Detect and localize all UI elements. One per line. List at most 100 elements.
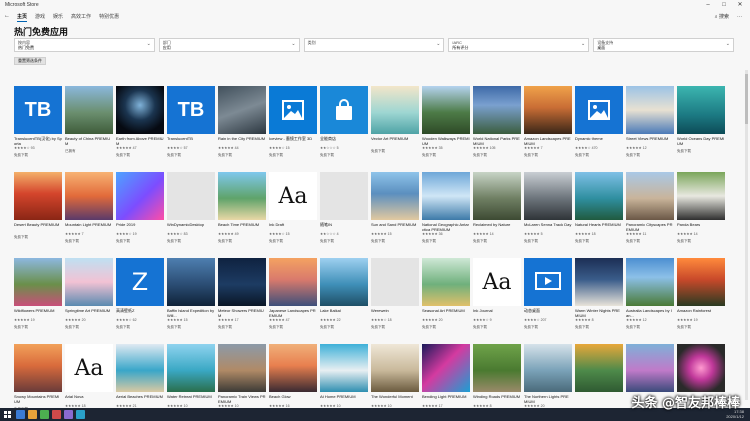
app-tile[interactable]: Mountain Light PREMIUM ★★★★★ 7 免费下载 xyxy=(65,172,113,254)
app-tile[interactable]: Aa Ink Journal ★★★★☆ 9 免费下载 xyxy=(473,258,521,340)
app-tile[interactable]: 全能商店 ★★☆☆☆ 5 免费下载 xyxy=(320,86,368,168)
app-tile[interactable]: The Wonderful Moment★★★★★ 10免费下载 xyxy=(371,344,419,408)
app-thumbnail[interactable]: Aa xyxy=(473,258,521,306)
close-icon[interactable]: ✕ xyxy=(734,1,746,9)
app-thumbnail[interactable] xyxy=(524,344,572,392)
app-thumbnail[interactable] xyxy=(473,344,521,392)
maximize-icon[interactable]: □ xyxy=(718,1,730,9)
app-thumbnail[interactable]: Aa xyxy=(269,172,317,220)
back-arrow-icon[interactable]: ← xyxy=(4,12,10,20)
app-thumbnail[interactable] xyxy=(626,344,674,392)
app-tile[interactable]: Meteor Showers PREMIUM ★★★★★ 17 免费下载 xyxy=(218,258,266,340)
app-tile[interactable]: Panda Bears ★★★★★ 14 免费下载 xyxy=(677,172,725,254)
app-thumbnail[interactable] xyxy=(626,258,674,306)
scrollbar[interactable] xyxy=(745,70,748,400)
app-tile[interactable]: TB TranslucentTB(汉化) by Sporta ★★★★☆ 93 免费下… xyxy=(14,86,62,168)
app-thumbnail[interactable]: Aa xyxy=(65,344,113,392)
nav-tab[interactable]: 特别优惠 xyxy=(99,13,119,20)
app-tile[interactable]: Desert Beauty PREMIUM 免费下载 xyxy=(14,172,62,254)
app-thumbnail[interactable] xyxy=(320,172,368,220)
minimize-icon[interactable]: – xyxy=(702,1,714,9)
taskbar-app-icon[interactable] xyxy=(40,410,49,419)
app-tile[interactable]: Pride 2019 ★★★★☆ 19 免费下载 xyxy=(116,172,164,254)
app-tile[interactable]: Earth from Above PREMIUM ★★★★★ 47 免费下载 xyxy=(116,86,164,168)
app-tile[interactable]: TB TranslucentTB ★★★★☆ 57 免费下载 xyxy=(167,86,215,168)
app-thumbnail[interactable] xyxy=(320,344,368,392)
app-thumbnail[interactable] xyxy=(422,258,470,306)
filter-dropdown[interactable]: IARC 所有评分 ⌄ xyxy=(448,38,590,52)
app-thumbnail[interactable] xyxy=(218,172,266,220)
nav-tab[interactable]: 高效工作 xyxy=(71,13,91,20)
filter-dropdown[interactable]: 设备支持 桌面 ⌄ xyxy=(593,38,734,52)
app-tile[interactable]: 随笔IN ★★☆☆☆ 4 免费下载 xyxy=(320,172,368,254)
app-thumbnail[interactable] xyxy=(65,172,113,220)
taskbar-app-icon[interactable] xyxy=(76,410,85,419)
app-tile[interactable]: McLaren Senna Track Day ★★★★★ 5 免费下载 xyxy=(524,172,572,254)
app-tile[interactable]: Lake Baikal ★★★★★ 22 免费下载 xyxy=(320,258,368,340)
app-tile[interactable]: National Geographic Antarctica PREMIUM ★★… xyxy=(422,172,470,254)
app-tile[interactable]: World Oceans Day PREMIUM 免费下载 xyxy=(677,86,725,168)
taskbar-app-icon[interactable] xyxy=(16,410,25,419)
app-thumbnail[interactable] xyxy=(677,344,725,392)
app-tile[interactable]: Baffin Island Expedition by Will... ★★★★★… xyxy=(167,258,215,340)
app-thumbnail[interactable] xyxy=(320,258,368,306)
app-thumbnail[interactable] xyxy=(116,172,164,220)
app-tile[interactable]: Panoramic Train Views PREMIUM★★★★★ 10免费下… xyxy=(218,344,266,408)
app-thumbnail[interactable] xyxy=(677,258,725,306)
app-thumbnail[interactable] xyxy=(422,86,470,134)
app-thumbnail[interactable] xyxy=(14,258,62,306)
app-thumbnail[interactable] xyxy=(524,86,572,134)
app-thumbnail[interactable]: TB xyxy=(167,86,215,134)
app-tile[interactable]: Springtime Art PREMIUM ★★★★★ 20 免费下载 xyxy=(65,258,113,340)
nav-tab[interactable]: 主页 xyxy=(17,13,28,22)
app-thumbnail[interactable] xyxy=(269,344,317,392)
app-tile[interactable]: Australia Landscapes by Ian... ★★★★★ 12 免费… xyxy=(626,258,674,340)
app-tile[interactable]: The Northern Lights PREMIUM★★★★★ 20免费下载 xyxy=(524,344,572,408)
reset-filters-button[interactable]: 重置筛选条件 xyxy=(14,57,46,65)
filter-dropdown[interactable]: 按内容 热门免费 ⌄ xyxy=(14,38,155,52)
app-tile[interactable]: At Home PREMIUM★★★★★ 10免费下载 xyxy=(320,344,368,408)
app-thumbnail[interactable]: TB xyxy=(14,86,62,134)
app-thumbnail[interactable] xyxy=(575,258,623,306)
app-tile[interactable]: Dynamic theme ★★★★☆ 470 免费下载 xyxy=(575,86,623,168)
app-thumbnail[interactable] xyxy=(575,86,623,134)
filter-dropdown[interactable]: 类别 ⌄ xyxy=(303,38,445,52)
app-tile[interactable]: Wildflowers PREMIUM ★★★★★ 19 免费下载 xyxy=(14,258,62,340)
app-tile[interactable]: Panoramic Cityscapes PREMIUM ★★★★★ 11 免费下载 xyxy=(626,172,674,254)
app-tile[interactable]: Winding Roads PREMIUM★★★★★ 8免费下载 xyxy=(473,344,521,408)
nav-tab[interactable]: 游戏 xyxy=(35,13,45,20)
app-thumbnail[interactable] xyxy=(218,344,266,392)
app-tile[interactable]: 动态桌面 ★★★★☆ 207 免费下载 xyxy=(524,258,572,340)
app-tile[interactable]: WinDynamicDesktop ★★★★☆ 83 免费下载 xyxy=(167,172,215,254)
app-tile[interactable] xyxy=(575,344,623,408)
app-thumbnail[interactable] xyxy=(677,86,725,134)
app-thumbnail[interactable] xyxy=(473,86,521,134)
app-thumbnail[interactable] xyxy=(65,86,113,134)
app-thumbnail[interactable] xyxy=(371,86,419,134)
taskbar-app-icon[interactable] xyxy=(28,410,37,419)
app-tile[interactable]: Iceview - 墨镜工作室 3D ★★★★☆ 15 免费下载 xyxy=(269,86,317,168)
app-thumbnail[interactable] xyxy=(167,172,215,220)
app-thumbnail[interactable] xyxy=(524,258,572,306)
more-button[interactable]: ··· xyxy=(737,14,742,20)
app-tile[interactable]: Street Views PREMIUM ★★★★★ 12 免费下载 xyxy=(626,86,674,168)
app-tile[interactable]: Z 高清壁纸Z ★★★★☆ 62 免费下载 xyxy=(116,258,164,340)
app-thumbnail[interactable] xyxy=(371,258,419,306)
app-thumbnail[interactable] xyxy=(269,86,317,134)
app-tile[interactable]: Snowy Mountains PREMIUM免费下载 xyxy=(14,344,62,408)
app-tile[interactable]: Beauty of China PREMIUM 已拥有 xyxy=(65,86,113,168)
app-tile[interactable]: Sun and Sand PREMIUM ★★★★★ 15 免费下载 xyxy=(371,172,419,254)
app-tile[interactable]: Aerial Beaches PREMIUM★★★★★ 21免费下载 xyxy=(116,344,164,408)
app-thumbnail[interactable] xyxy=(371,172,419,220)
app-thumbnail[interactable] xyxy=(422,172,470,220)
app-thumbnail[interactable] xyxy=(473,172,521,220)
app-thumbnail[interactable] xyxy=(422,344,470,392)
app-tile[interactable]: Reclaimed by Nature ★★★★★ 14 免费下载 xyxy=(473,172,521,254)
app-thumbnail[interactable] xyxy=(167,344,215,392)
app-tile[interactable]: Aa Ink Draft ★★★★☆ 15 免费下载 xyxy=(269,172,317,254)
app-tile[interactable]: Werewein ★★★★☆ 18 免费下载 xyxy=(371,258,419,340)
app-thumbnail[interactable] xyxy=(167,258,215,306)
app-thumbnail[interactable] xyxy=(626,172,674,220)
app-thumbnail[interactable] xyxy=(575,172,623,220)
nav-tab[interactable]: 娱乐 xyxy=(53,13,63,20)
